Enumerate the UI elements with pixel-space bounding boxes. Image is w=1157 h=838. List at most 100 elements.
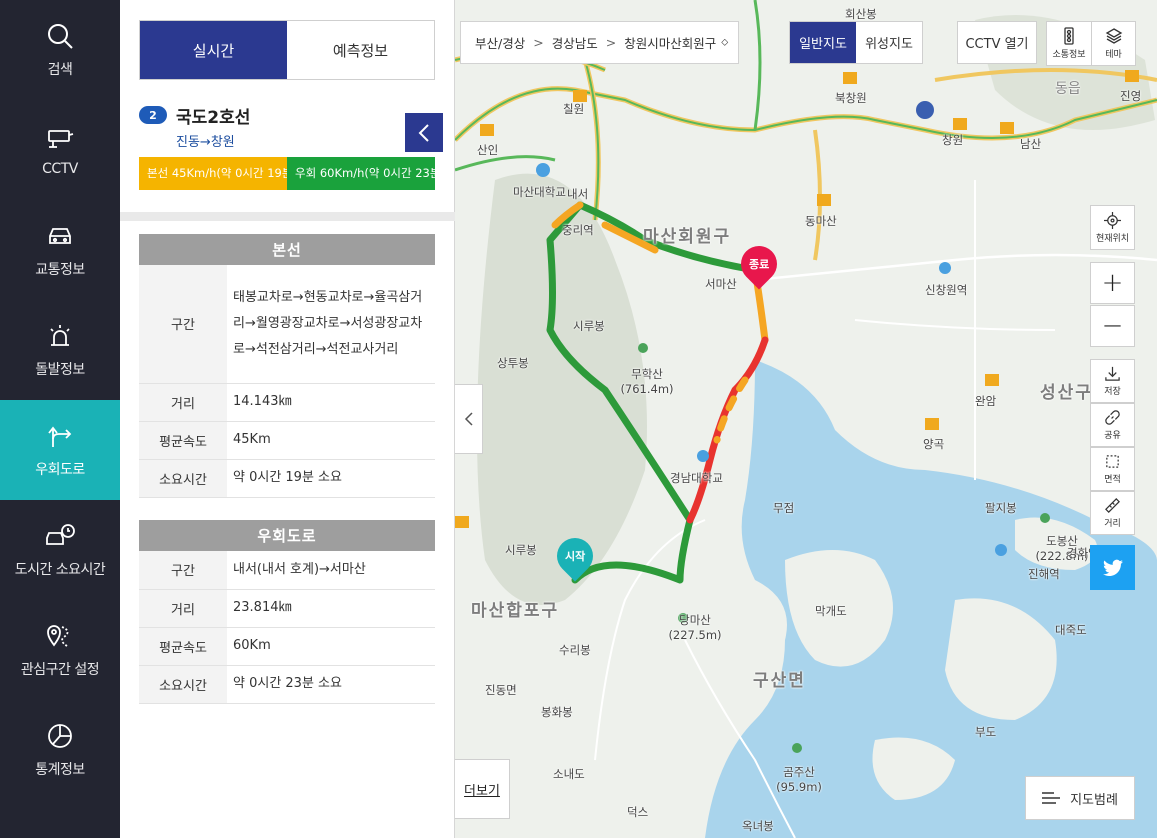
map-legend-button[interactable]: 지도범례 (1025, 776, 1135, 820)
map-label: 동마산 (805, 214, 837, 228)
map-label: 옥녀봉 (742, 819, 774, 833)
map-view[interactable]: 회산봉 칠원 산인 북창원 창원 남산 동읍 진영 마산대학교 내서 중리역 마… (455, 0, 1157, 838)
breadcrumb[interactable]: 부산/경상 > 경상남도 > 창원시마산회원구 ⬦ (460, 21, 739, 64)
map-label: 부도 (975, 725, 997, 739)
map-label: 봉화봉 (541, 705, 573, 719)
nav-item-label: 검색 (47, 62, 73, 78)
car-clock-icon (46, 524, 75, 545)
nav-item-interest-section[interactable]: 관심구간 설정 (0, 600, 120, 700)
cctv-icon (48, 130, 74, 148)
save-button[interactable]: 저장 (1090, 359, 1135, 403)
row-key: 구간 (139, 551, 227, 590)
info-tabs: 실시간 예측정보 (139, 20, 435, 80)
map-label: 남산 (1020, 137, 1042, 151)
traffic-info-label: 소통정보 (1052, 50, 1086, 60)
share-label: 공유 (1104, 431, 1121, 441)
nav-item-search[interactable]: 검색 (0, 0, 120, 100)
share-button[interactable]: 공유 (1090, 403, 1135, 447)
traffic-light-icon (1064, 27, 1074, 45)
map-label: 덕스 (627, 805, 649, 819)
nav-item-detour[interactable]: 우회도로 (0, 400, 120, 500)
main-road-title: 본선 (139, 234, 435, 265)
nav-item-incident[interactable]: 돌발정보 (0, 300, 120, 400)
nav-item-label: 돌발정보 (35, 362, 85, 378)
current-location-button[interactable]: 현재위치 (1090, 205, 1135, 250)
list-icon (1042, 792, 1061, 804)
map-label: 마산대학교 (513, 185, 566, 199)
map-label: 구산면 (753, 671, 806, 691)
row-key: 평균속도 (139, 627, 227, 666)
row-key: 소요시간 (139, 665, 227, 704)
twitter-share-button[interactable] (1090, 545, 1135, 590)
zoom-out-button[interactable]: − (1090, 305, 1135, 347)
download-icon (1105, 366, 1120, 381)
nav-item-label: CCTV (42, 161, 78, 177)
map-label: 진동면 (485, 683, 517, 697)
map-label: 중리역 (562, 223, 594, 237)
row-value: 60Km (227, 627, 435, 666)
area-label: 면적 (1104, 475, 1121, 485)
breadcrumb-item[interactable]: 부산/경상 (475, 33, 525, 52)
nav-item-statistics[interactable]: 통계정보 (0, 700, 120, 800)
chevron-right-icon: > (605, 35, 617, 50)
traffic-info-button[interactable]: 소통정보 (1047, 22, 1091, 65)
back-button[interactable] (405, 113, 443, 152)
tab-realtime[interactable]: 실시간 (140, 21, 287, 79)
map-label: 마산회원구 (643, 227, 732, 247)
nav-item-label: 우회도로 (35, 462, 85, 478)
map-label: 소내도 (553, 767, 585, 781)
detour-road-status: 우회 60Km/h(약 0시간 23분) (287, 157, 435, 190)
road-direction: 진동→창원 (176, 135, 235, 150)
map-label: 수리봉 (559, 643, 591, 657)
locate-icon (1104, 211, 1121, 229)
panel-collapse-button[interactable] (455, 384, 483, 454)
main-road-table: 본선 구간 태봉교차로→현동교차로→율곡삼거리→월영광장교차로→서성광장교차로→석… (139, 234, 435, 498)
breadcrumb-item[interactable]: 창원시마산회원구 (624, 33, 716, 52)
map-type-satellite[interactable]: 위성지도 (856, 22, 922, 63)
map-label: 회산봉 (845, 7, 877, 21)
road-header: 2 국도2호선 진동→창원 (139, 103, 435, 153)
map-label: 당마산 (227.5m) (668, 613, 722, 642)
left-nav: 검색 CCTV 교통정보 돌발정보 우회도로 도시간 소요시간 관심구간 설정 … (0, 0, 120, 838)
map-label: 진해역 (1028, 567, 1060, 581)
distance-measure-button[interactable]: 거리 (1090, 491, 1135, 535)
twitter-icon (1102, 559, 1123, 576)
end-marker-label: 종료 (748, 258, 770, 271)
map-label: 팔지봉 (985, 501, 1017, 515)
nav-item-traffic[interactable]: 교통정보 (0, 200, 120, 300)
speed-status-bar: 본선 45Km/h(약 0시간 19분) 우회 60Km/h(약 0시간 23분… (139, 157, 435, 190)
map-label: 양곡 (923, 437, 945, 451)
area-icon (1106, 455, 1119, 468)
map-layer-buttons: 소통정보 테마 (1046, 21, 1136, 66)
start-marker-label: 시작 (564, 550, 586, 563)
row-value: 약 0시간 23분 소요 (227, 665, 435, 704)
cctv-open-button[interactable]: CCTV 열기 (957, 21, 1037, 64)
area-measure-button[interactable]: 면적 (1090, 447, 1135, 491)
nav-item-label: 관심구간 설정 (20, 662, 100, 678)
map-label: 신창원역 (925, 283, 968, 297)
map-type-toggle: 일반지도 위성지도 (789, 21, 923, 64)
map-label: 대죽도 (1055, 623, 1087, 637)
map-label: 무학산 (761.4m) (620, 367, 674, 396)
theme-label: 테마 (1105, 50, 1122, 60)
chevron-right-icon: > (533, 35, 544, 50)
zoom-in-button[interactable]: + (1090, 262, 1135, 304)
breadcrumb-item[interactable]: 경상남도 (552, 33, 598, 52)
map-legend-label: 지도범례 (1070, 792, 1118, 808)
zoom-in-icon: + (1101, 268, 1124, 298)
map-label: 성산구 (1040, 383, 1093, 403)
tab-forecast[interactable]: 예측정보 (287, 21, 434, 79)
chart-icon (48, 724, 72, 748)
more-link[interactable]: 더보기 (455, 759, 510, 819)
theme-button[interactable]: 테마 (1091, 22, 1135, 65)
row-key: 평균속도 (139, 421, 227, 460)
alert-light-icon (50, 325, 70, 346)
nav-item-intercity-time[interactable]: 도시간 소요시간 (0, 500, 120, 600)
map-label: 시루봉 (573, 319, 605, 333)
nav-item-cctv[interactable]: CCTV (0, 100, 120, 200)
map-label: 무점 (773, 501, 795, 515)
nav-item-label: 교통정보 (35, 262, 85, 278)
chevron-left-icon (464, 412, 473, 426)
main-road-status: 본선 45Km/h(약 0시간 19분) (139, 157, 287, 190)
map-type-normal[interactable]: 일반지도 (790, 22, 856, 63)
